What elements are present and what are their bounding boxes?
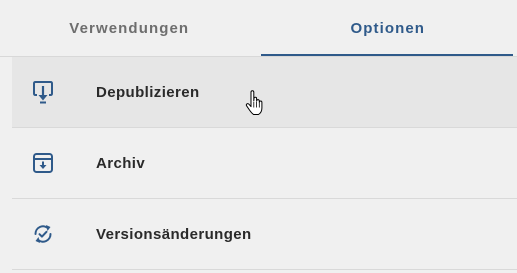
options-list: Depublizieren Archiv Versionsänderungen <box>12 57 517 270</box>
option-versionsaenderungen[interactable]: Versionsänderungen <box>12 199 517 270</box>
tab-verwendungen[interactable]: Verwendungen <box>0 0 259 56</box>
unpublish-icon <box>31 80 55 104</box>
options-panel: Verwendungen Optionen Depublizieren Arch… <box>0 0 517 273</box>
option-archiv[interactable]: Archiv <box>12 128 517 199</box>
option-label: Archiv <box>96 154 146 172</box>
archive-icon <box>31 151 55 175</box>
option-label: Versionsänderungen <box>96 225 252 243</box>
tab-optionen[interactable]: Optionen <box>259 0 517 56</box>
option-depublizieren[interactable]: Depublizieren <box>12 57 517 128</box>
tab-bar: Verwendungen Optionen <box>0 0 517 56</box>
version-changes-icon <box>31 222 55 246</box>
option-label: Depublizieren <box>96 83 200 101</box>
